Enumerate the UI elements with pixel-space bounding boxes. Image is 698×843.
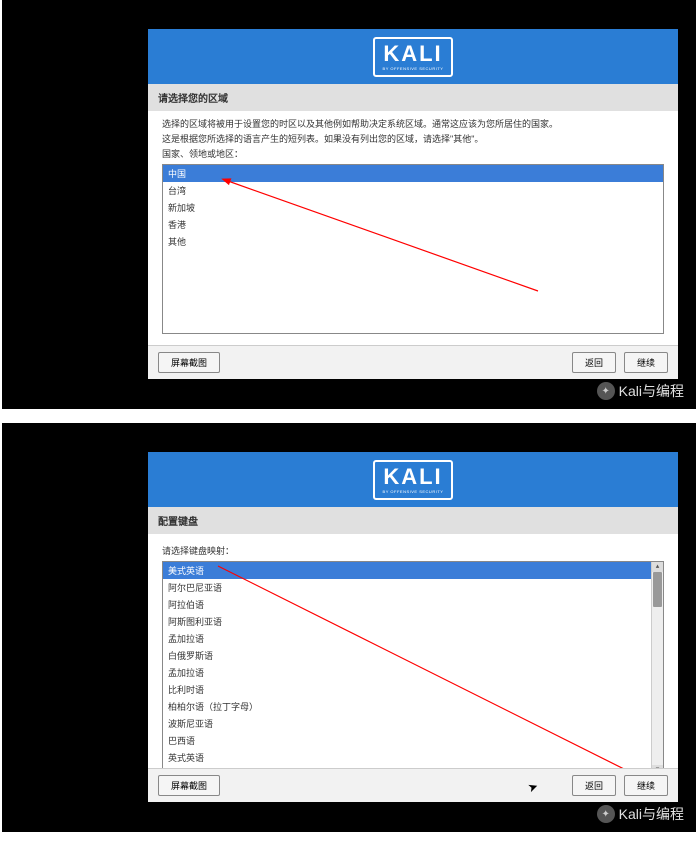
watermark: ✦ Kali与编程 [597,804,684,824]
wechat-icon: ✦ [597,382,615,400]
list-item-hongkong[interactable]: 香港 [163,216,663,233]
list-item[interactable]: 孟加拉语 [163,664,663,681]
logo-text: KALI [383,466,442,488]
keyboard-listbox[interactable]: 美式英语 阿尔巴尼亚语 阿拉伯语 阿斯图利亚语 孟加拉语 白俄罗斯语 孟加拉语 … [162,561,664,768]
region-listbox[interactable]: 中国 台湾 新加坡 香港 其他 [162,164,664,334]
content-area: 请选择键盘映射： 美式英语 阿尔巴尼亚语 阿拉伯语 阿斯图利亚语 孟加拉语 白俄… [148,534,678,768]
list-item[interactable]: 比利时语 [163,681,663,698]
watermark-text: Kali与编程 [619,381,684,401]
list-label: 请选择键盘映射： [162,546,664,558]
list-item-china[interactable]: 中国 [163,165,663,182]
list-item[interactable]: 柏柏尔语（拉丁字母） [163,698,663,715]
continue-button[interactable]: 继续 [624,352,668,373]
content-area: 选择的区域将被用于设置您的时区以及其他例如帮助决定系统区域。通常这应该为您所居住… [148,111,678,345]
scrollbar[interactable]: ▴ ▾ [651,562,663,768]
list-item-singapore[interactable]: 新加坡 [163,199,663,216]
step-title: 请选择您的区域 [148,84,678,111]
footer: 屏幕截图 ➤ 返回 继续 [148,768,678,802]
list-item-taiwan[interactable]: 台湾 [163,182,663,199]
installer-window: KALI BY OFFENSIVE SECURITY 配置键盘 请选择键盘映射：… [148,452,678,802]
list-label: 国家、领地或地区： [162,149,664,161]
header: KALI BY OFFENSIVE SECURITY [148,29,678,84]
logo-subtext: BY OFFENSIVE SECURITY [383,66,444,71]
list-item[interactable]: 阿斯图利亚语 [163,613,663,630]
installer-window: KALI BY OFFENSIVE SECURITY 请选择您的区域 选择的区域… [148,29,678,379]
kali-logo: KALI BY OFFENSIVE SECURITY [373,460,454,500]
instruction-2: 这是根据您所选择的语言产生的短列表。如果没有列出您的区域，请选择"其他"。 [162,134,664,146]
header: KALI BY OFFENSIVE SECURITY [148,452,678,507]
list-item[interactable]: 保加利亚语（BDS 布局） [163,766,663,768]
back-button[interactable]: 返回 [572,775,616,796]
instruction-1: 选择的区域将被用于设置您的时区以及其他例如帮助决定系统区域。通常这应该为您所居住… [162,119,664,131]
list-item[interactable]: 白俄罗斯语 [163,647,663,664]
step-title: 配置键盘 [148,507,678,534]
back-button[interactable]: 返回 [572,352,616,373]
scroll-thumb[interactable] [653,572,662,607]
list-item[interactable]: 英式英语 [163,749,663,766]
list-item[interactable]: 美式英语 [163,562,663,579]
logo-subtext: BY OFFENSIVE SECURITY [383,489,444,494]
list-item[interactable]: 波斯尼亚语 [163,715,663,732]
scroll-up-icon[interactable]: ▴ [652,562,663,572]
list-item[interactable]: 阿拉伯语 [163,596,663,613]
watermark-text: Kali与编程 [619,804,684,824]
wechat-icon: ✦ [597,805,615,823]
installer-panel-region: KALI BY OFFENSIVE SECURITY 请选择您的区域 选择的区域… [2,0,696,409]
logo-text: KALI [383,43,442,65]
cursor-icon: ➤ [526,779,540,796]
continue-button[interactable]: 继续 [624,775,668,796]
list-item[interactable]: 孟加拉语 [163,630,663,647]
installer-panel-keyboard: KALI BY OFFENSIVE SECURITY 配置键盘 请选择键盘映射：… [2,423,696,832]
footer: 屏幕截图 返回 继续 [148,345,678,379]
list-item-other[interactable]: 其他 [163,233,663,250]
list-item[interactable]: 阿尔巴尼亚语 [163,579,663,596]
kali-logo: KALI BY OFFENSIVE SECURITY [373,37,454,77]
screenshot-button[interactable]: 屏幕截图 [158,352,220,373]
screenshot-button[interactable]: 屏幕截图 [158,775,220,796]
scroll-down-icon[interactable]: ▾ [652,765,663,768]
watermark: ✦ Kali与编程 [597,381,684,401]
list-item[interactable]: 巴西语 [163,732,663,749]
